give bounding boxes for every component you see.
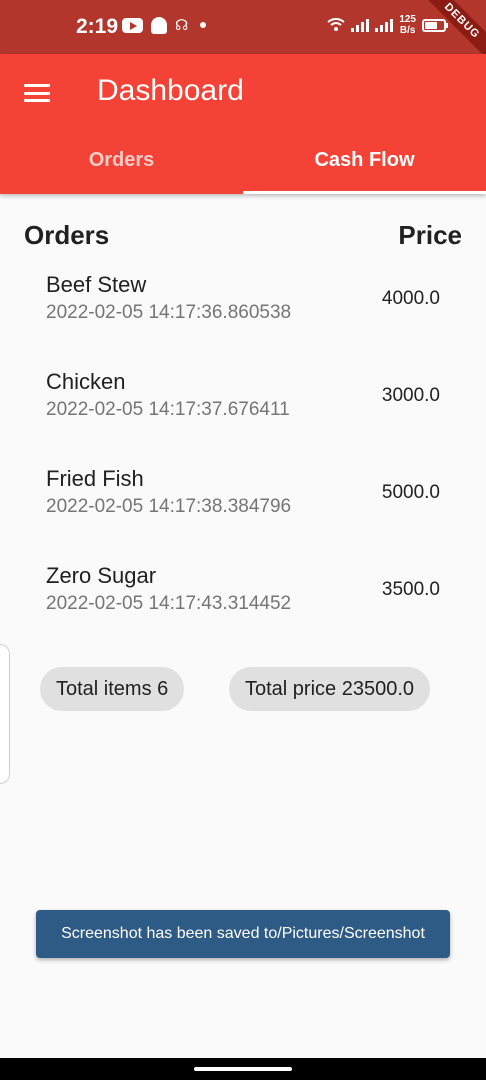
network-speed: 125 B/s	[399, 14, 416, 36]
total-items-chip: Total items 6	[40, 667, 185, 711]
signal-icon-2	[375, 18, 394, 32]
navigation-bar	[0, 1058, 486, 1080]
snackbar: Screenshot has been saved to/Pictures/Sc…	[36, 910, 450, 958]
tab-cash-flow[interactable]: Cash Flow	[243, 132, 486, 194]
order-name: Chicken	[46, 369, 126, 394]
app-notification-icon: ☊	[175, 17, 189, 34]
list-header: Orders Price	[24, 220, 462, 251]
order-name: Beef Stew	[46, 272, 147, 297]
order-price: 5000.0	[381, 482, 440, 503]
more-notifications-dot-icon	[200, 22, 207, 28]
order-date: 2022-02-05 14:17:38.384796	[46, 496, 292, 517]
system-icons: 125 B/s	[327, 14, 448, 36]
order-price: 4000.0	[381, 288, 440, 309]
snapchat-icon	[151, 16, 167, 34]
order-date: 2022-02-05 14:17:36.860538	[46, 302, 292, 323]
tab-orders[interactable]: Orders	[0, 132, 243, 194]
order-name: Fried Fish	[46, 466, 144, 491]
status-time: 2:19	[76, 15, 119, 38]
home-gesture-handle[interactable]	[194, 1067, 292, 1071]
list-item[interactable]: Zero Sugar 2022-02-05 14:17:43.314452 35…	[46, 563, 446, 633]
list-item[interactable]: Chicken 2022-02-05 14:17:37.676411 3000.…	[46, 369, 446, 439]
wifi-icon	[327, 18, 345, 31]
order-price: 3000.0	[381, 385, 440, 406]
page-title: Dashboard	[97, 74, 244, 107]
tab-bar: Orders Cash Flow	[0, 132, 486, 194]
battery-fill	[425, 21, 437, 29]
order-price: 3500.0	[381, 579, 440, 600]
app-bar: Dashboard Orders Cash Flow	[0, 54, 486, 194]
menu-icon[interactable]	[22, 82, 52, 104]
status-bar: 2:19 ☊ 125 B/s DEBUG	[0, 0, 486, 63]
network-speed-value: 125	[399, 14, 416, 25]
notification-icons: ☊	[122, 16, 207, 34]
battery-icon	[422, 18, 448, 32]
price-column-header: Price	[398, 220, 462, 250]
youtube-icon	[122, 17, 143, 33]
list-item[interactable]: Fried Fish 2022-02-05 14:17:38.384796 50…	[46, 466, 446, 536]
order-date: 2022-02-05 14:17:37.676411	[46, 399, 290, 420]
edge-panel-handle[interactable]	[0, 644, 10, 784]
order-name: Zero Sugar	[46, 563, 157, 588]
total-price-chip: Total price 23500.0	[229, 667, 431, 711]
order-date: 2022-02-05 14:17:43.314452	[46, 593, 292, 614]
tab-indicator	[243, 191, 486, 194]
list-item[interactable]: Beef Stew 2022-02-05 14:17:36.860538 400…	[46, 272, 446, 342]
orders-column-header: Orders	[24, 220, 110, 250]
signal-icon	[351, 18, 370, 32]
network-speed-unit: B/s	[399, 25, 416, 36]
